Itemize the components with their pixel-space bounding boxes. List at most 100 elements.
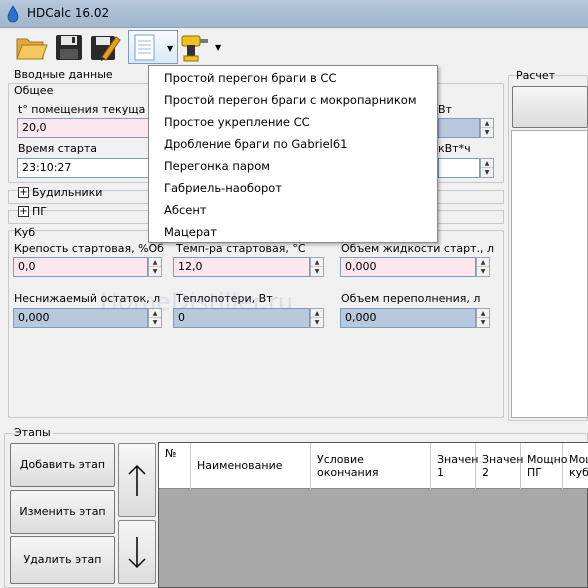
column-header[interactable]: Мощн куб [563, 443, 588, 489]
spinner-down-icon[interactable]: ▼ [481, 168, 493, 177]
calc-group-title: Расчет [516, 69, 556, 82]
spinner-up-icon[interactable]: ▲ [311, 309, 323, 318]
heat-loss-spinner[interactable]: ▲ ▼ [310, 308, 324, 328]
column-header[interactable]: № [159, 443, 191, 489]
spinner-up-icon[interactable]: ▲ [477, 309, 489, 318]
heat-loss-input[interactable]: 0 [173, 308, 310, 328]
overflow-spinner[interactable]: ▲ ▼ [476, 308, 490, 328]
start-volume-spinner[interactable]: ▲ ▼ [476, 257, 490, 277]
delete-stage-button[interactable]: Удалить этап [10, 536, 115, 584]
room-temp-label: t° помещения текуща [18, 103, 146, 116]
spinner-down-icon[interactable]: ▼ [477, 267, 489, 276]
column-header[interactable]: Мощно ПГ [521, 443, 568, 489]
spinner-up-icon[interactable]: ▲ [149, 309, 161, 318]
save-as-icon [91, 36, 121, 61]
column-header-text: Наименование [197, 459, 283, 472]
save-as-button[interactable] [88, 30, 122, 64]
energy-spinner[interactable]: ▲ ▼ [480, 158, 494, 178]
column-header-text: Мощно [527, 453, 568, 466]
new-calc-dropdown-button[interactable]: ▼ [128, 30, 178, 64]
add-stage-button[interactable]: Добавить этап [10, 443, 115, 487]
menu-item-macerate[interactable]: Мацерат [164, 225, 217, 239]
menu-item-simple-wash[interactable]: Простой перегон браги в СС [164, 71, 337, 85]
start-strength-label: Крепость стартовая, %Об [14, 242, 164, 255]
start-time-label: Время старта [18, 142, 98, 155]
open-button[interactable] [14, 30, 48, 64]
column-header-text: ПГ [527, 466, 542, 479]
expand-plus-icon[interactable]: + [18, 206, 29, 217]
column-header-text: Условие [317, 453, 364, 466]
column-header[interactable]: Значен 2 [476, 443, 524, 489]
start-temp-spinner[interactable]: ▲ ▼ [310, 257, 324, 277]
tools-dropdown-button[interactable]: ▼ [178, 30, 224, 64]
move-down-button[interactable] [118, 520, 156, 584]
move-up-button[interactable] [118, 443, 156, 517]
menu-item-simple-strengthen[interactable]: Простое укрепление СС [164, 115, 310, 129]
spinner-down-icon[interactable]: ▼ [477, 318, 489, 327]
cube-group-title: Куб [14, 226, 36, 239]
menu-item-absinthe[interactable]: Абсент [164, 203, 207, 217]
drill-icon [181, 35, 208, 62]
menu-item-steam-distill[interactable]: Перегонка паром [164, 159, 270, 173]
residue-label: Неснижаемый остаток, л [14, 292, 161, 305]
window-title: HDCalc 16.02 [27, 6, 110, 20]
alarms-label: Будильники [32, 186, 103, 199]
energy-label: кВт*ч [438, 142, 471, 155]
column-header[interactable]: Наименование [191, 443, 311, 489]
column-header[interactable]: Условие окончания [311, 443, 431, 489]
start-temp-input[interactable]: 12,0 [173, 257, 310, 277]
menu-item-gabriel-reverse[interactable]: Габриель-наоборот [164, 181, 282, 195]
overflow-input[interactable]: 0,000 [340, 308, 476, 328]
edit-stage-button[interactable]: Изменить этап [10, 490, 115, 534]
arrow-up-icon [128, 464, 146, 496]
spinner-down-icon[interactable]: ▼ [481, 128, 493, 137]
power-input[interactable] [438, 118, 480, 138]
spinner-up-icon[interactable]: ▲ [477, 258, 489, 267]
spinner-up-icon[interactable]: ▲ [149, 258, 161, 267]
folder-open-icon [16, 38, 48, 60]
room-temp-input[interactable]: 20,0 [17, 118, 157, 138]
residue-input[interactable]: 0,000 [13, 308, 148, 328]
spinner-down-icon[interactable]: ▼ [149, 318, 161, 327]
save-icon [56, 35, 82, 60]
heat-loss-label: Теплопотери, Вт [176, 292, 273, 305]
spinner-up-icon[interactable]: ▲ [481, 119, 493, 128]
spinner-down-icon[interactable]: ▼ [149, 267, 161, 276]
calc-button[interactable] [512, 86, 588, 128]
power-spinner[interactable]: ▲ ▼ [480, 118, 494, 138]
start-strength-input[interactable]: 0,0 [13, 257, 148, 277]
column-header-text: Значен [482, 453, 524, 466]
column-header-text: 1 [437, 466, 444, 479]
start-volume-input[interactable]: 0,000 [340, 257, 476, 277]
energy-input[interactable] [438, 158, 480, 178]
general-group-title: Общее [14, 84, 54, 97]
column-header-text: Значен [437, 453, 479, 466]
menu-item-wash-wet-steamer[interactable]: Простой перегон браги с мокропарником [164, 93, 417, 107]
start-time-input[interactable]: 23:10:27 [17, 158, 157, 178]
start-strength-spinner[interactable]: ▲ ▼ [148, 257, 162, 277]
column-header-text: 2 [482, 466, 489, 479]
column-header-text: Мощн [569, 453, 588, 466]
column-header-text: № [165, 447, 177, 460]
chevron-down-icon: ▼ [215, 43, 222, 52]
input-data-group-title: Вводные данные [14, 68, 113, 81]
expand-plus-icon[interactable]: + [18, 187, 29, 198]
pg-label: ПГ [32, 205, 47, 218]
droplet-icon [7, 5, 19, 23]
column-header[interactable]: Значен 1 [431, 443, 479, 489]
spinner-up-icon[interactable]: ▲ [481, 159, 493, 168]
title-bar: HDCalc 16.02 [0, 0, 588, 28]
stages-table[interactable]: № Наименование Условие окончания Значен … [158, 442, 588, 588]
save-button[interactable] [52, 30, 86, 64]
toolbar: ▼ ▼ [0, 28, 588, 66]
column-header-text: окончания [317, 466, 379, 479]
spinner-up-icon[interactable]: ▲ [311, 258, 323, 267]
stages-table-header: № Наименование Условие окончания Значен … [159, 443, 588, 489]
start-volume-label: Объем жидкости старт., л [341, 242, 495, 255]
spinner-down-icon[interactable]: ▼ [311, 267, 323, 276]
arrow-down-icon [128, 537, 146, 569]
document-icon [134, 34, 155, 61]
menu-item-gabriel61[interactable]: Дробление браги по Gabriel61 [164, 137, 347, 151]
residue-spinner[interactable]: ▲ ▼ [148, 308, 162, 328]
spinner-down-icon[interactable]: ▼ [311, 318, 323, 327]
